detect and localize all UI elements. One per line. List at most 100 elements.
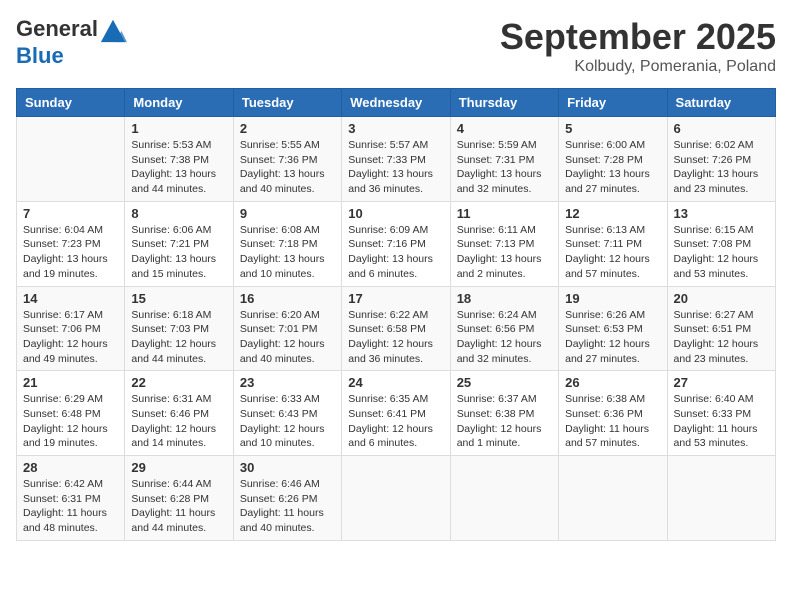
day-info: Sunrise: 6:46 AMSunset: 6:26 PMDaylight:… (240, 477, 335, 536)
calendar-cell: 8 Sunrise: 6:06 AMSunset: 7:21 PMDaylight… (125, 201, 233, 286)
day-number: 20 (674, 291, 769, 306)
calendar-cell: 29Sunrise: 6:44 AMSunset: 6:28 PMDayligh… (125, 456, 233, 541)
day-info: Sunrise: 6:26 AMSunset: 6:53 PMDaylight:… (565, 308, 660, 367)
calendar-cell: 14 Sunrise: 6:17 AMSunset: 7:06 PMDayligh… (17, 286, 125, 371)
day-info: Sunrise: 6:42 AMSunset: 6:31 PMDaylight:… (23, 477, 118, 536)
calendar-cell: 13 Sunrise: 6:15 AMSunset: 7:08 PMDayligh… (667, 201, 775, 286)
day-info: Sunrise: 6:27 AMSunset: 6:51 PMDaylight:… (674, 308, 769, 367)
calendar-week-4: 21 Sunrise: 6:29 AMSunset: 6:48 PMDayligh… (17, 371, 776, 456)
calendar-cell: 7 Sunrise: 6:04 AMSunset: 7:23 PMDaylight… (17, 201, 125, 286)
day-number: 13 (674, 206, 769, 221)
calendar-cell: 18 Sunrise: 6:24 AMSunset: 6:56 PMDayligh… (450, 286, 558, 371)
calendar-cell: 23Sunrise: 6:33 AMSunset: 6:43 PMDayligh… (233, 371, 341, 456)
day-number: 19 (565, 291, 660, 306)
day-number: 10 (348, 206, 443, 221)
day-number: 5 (565, 121, 660, 136)
calendar-cell: 26 Sunrise: 6:38 AMSunset: 6:36 PMDayligh… (559, 371, 667, 456)
col-saturday: Saturday (667, 89, 775, 117)
day-number: 18 (457, 291, 552, 306)
calendar-cell: 12 Sunrise: 6:13 AMSunset: 7:11 PMDayligh… (559, 201, 667, 286)
day-number: 2 (240, 121, 335, 136)
calendar-cell: 25Sunrise: 6:37 AMSunset: 6:38 PMDayligh… (450, 371, 558, 456)
col-tuesday: Tuesday (233, 89, 341, 117)
day-number: 4 (457, 121, 552, 136)
day-number: 8 (131, 206, 226, 221)
calendar-cell: 6 Sunrise: 6:02 AMSunset: 7:26 PMDaylight… (667, 117, 775, 202)
day-info: Sunrise: 6:37 AMSunset: 6:38 PMDaylight:… (457, 392, 552, 451)
day-info: Sunrise: 5:55 AMSunset: 7:36 PMDaylight:… (240, 138, 335, 197)
calendar-cell (17, 117, 125, 202)
day-info: Sunrise: 6:17 AMSunset: 7:06 PMDaylight:… (23, 308, 118, 367)
day-number: 28 (23, 460, 118, 475)
calendar-cell: 16 Sunrise: 6:20 AMSunset: 7:01 PMDayligh… (233, 286, 341, 371)
day-number: 9 (240, 206, 335, 221)
calendar-week-5: 28 Sunrise: 6:42 AMSunset: 6:31 PMDayligh… (17, 456, 776, 541)
day-info: Sunrise: 6:13 AMSunset: 7:11 PMDaylight:… (565, 223, 660, 282)
calendar-cell (667, 456, 775, 541)
calendar-cell: 3 Sunrise: 5:57 AMSunset: 7:33 PMDaylight… (342, 117, 450, 202)
day-info: Sunrise: 6:29 AMSunset: 6:48 PMDaylight:… (23, 392, 118, 451)
day-info: Sunrise: 6:22 AMSunset: 6:58 PMDaylight:… (348, 308, 443, 367)
day-number: 26 (565, 375, 660, 390)
calendar-cell (342, 456, 450, 541)
day-info: Sunrise: 5:53 AMSunset: 7:38 PMDaylight:… (131, 138, 226, 197)
day-number: 15 (131, 291, 226, 306)
day-info: Sunrise: 6:11 AMSunset: 7:13 PMDaylight:… (457, 223, 552, 282)
title-area: September 2025 Kolbudy, Pomerania, Polan… (500, 16, 776, 76)
day-number: 3 (348, 121, 443, 136)
day-number: 23 (240, 375, 335, 390)
day-info: Sunrise: 6:06 AMSunset: 7:21 PMDaylight:… (131, 223, 226, 282)
calendar-cell: 21 Sunrise: 6:29 AMSunset: 6:48 PMDayligh… (17, 371, 125, 456)
calendar-cell: 1 Sunrise: 5:53 AMSunset: 7:38 PMDaylight… (125, 117, 233, 202)
day-info: Sunrise: 6:18 AMSunset: 7:03 PMDaylight:… (131, 308, 226, 367)
calendar-cell: 28 Sunrise: 6:42 AMSunset: 6:31 PMDayligh… (17, 456, 125, 541)
day-number: 11 (457, 206, 552, 221)
day-info: Sunrise: 6:04 AMSunset: 7:23 PMDaylight:… (23, 223, 118, 282)
day-info: Sunrise: 6:00 AMSunset: 7:28 PMDaylight:… (565, 138, 660, 197)
logo-general: General (16, 16, 98, 41)
day-info: Sunrise: 6:35 AMSunset: 6:41 PMDaylight:… (348, 392, 443, 451)
day-info: Sunrise: 6:20 AMSunset: 7:01 PMDaylight:… (240, 308, 335, 367)
calendar-cell (450, 456, 558, 541)
day-number: 12 (565, 206, 660, 221)
calendar-cell: 9 Sunrise: 6:08 AMSunset: 7:18 PMDaylight… (233, 201, 341, 286)
day-info: Sunrise: 6:02 AMSunset: 7:26 PMDaylight:… (674, 138, 769, 197)
day-info: Sunrise: 6:31 AMSunset: 6:46 PMDaylight:… (131, 392, 226, 451)
calendar-week-1: 1 Sunrise: 5:53 AMSunset: 7:38 PMDaylight… (17, 117, 776, 202)
day-number: 6 (674, 121, 769, 136)
calendar-cell: 5 Sunrise: 6:00 AMSunset: 7:28 PMDaylight… (559, 117, 667, 202)
day-number: 7 (23, 206, 118, 221)
day-info: Sunrise: 6:08 AMSunset: 7:18 PMDaylight:… (240, 223, 335, 282)
day-info: Sunrise: 6:40 AMSunset: 6:33 PMDaylight:… (674, 392, 769, 451)
day-number: 22 (131, 375, 226, 390)
day-info: Sunrise: 6:09 AMSunset: 7:16 PMDaylight:… (348, 223, 443, 282)
logo-blue: Blue (16, 43, 64, 68)
calendar-cell: 24 Sunrise: 6:35 AMSunset: 6:41 PMDayligh… (342, 371, 450, 456)
calendar-cell: 15 Sunrise: 6:18 AMSunset: 7:03 PMDayligh… (125, 286, 233, 371)
logo: General Blue (16, 16, 128, 68)
calendar-cell: 20 Sunrise: 6:27 AMSunset: 6:51 PMDayligh… (667, 286, 775, 371)
day-number: 17 (348, 291, 443, 306)
day-number: 14 (23, 291, 118, 306)
day-number: 1 (131, 121, 226, 136)
calendar-cell: 11 Sunrise: 6:11 AMSunset: 7:13 PMDayligh… (450, 201, 558, 286)
calendar-cell (559, 456, 667, 541)
day-info: Sunrise: 5:57 AMSunset: 7:33 PMDaylight:… (348, 138, 443, 197)
day-number: 16 (240, 291, 335, 306)
calendar-week-2: 7 Sunrise: 6:04 AMSunset: 7:23 PMDaylight… (17, 201, 776, 286)
day-number: 21 (23, 375, 118, 390)
day-number: 27 (674, 375, 769, 390)
calendar-cell: 22 Sunrise: 6:31 AMSunset: 6:46 PMDayligh… (125, 371, 233, 456)
day-info: Sunrise: 6:15 AMSunset: 7:08 PMDaylight:… (674, 223, 769, 282)
calendar-week-3: 14 Sunrise: 6:17 AMSunset: 7:06 PMDayligh… (17, 286, 776, 371)
calendar: Sunday Monday Tuesday Wednesday Thursday… (16, 88, 776, 541)
day-info: Sunrise: 6:24 AMSunset: 6:56 PMDaylight:… (457, 308, 552, 367)
page-header: General Blue September 2025 Kolbudy, Pom… (16, 16, 776, 76)
col-wednesday: Wednesday (342, 89, 450, 117)
day-number: 24 (348, 375, 443, 390)
day-info: Sunrise: 6:44 AMSunset: 6:28 PMDaylight:… (131, 477, 226, 536)
day-info: Sunrise: 6:38 AMSunset: 6:36 PMDaylight:… (565, 392, 660, 451)
calendar-cell: 4Sunrise: 5:59 AMSunset: 7:31 PMDaylight… (450, 117, 558, 202)
logo-text: General Blue (16, 16, 128, 68)
calendar-cell: 19 Sunrise: 6:26 AMSunset: 6:53 PMDayligh… (559, 286, 667, 371)
